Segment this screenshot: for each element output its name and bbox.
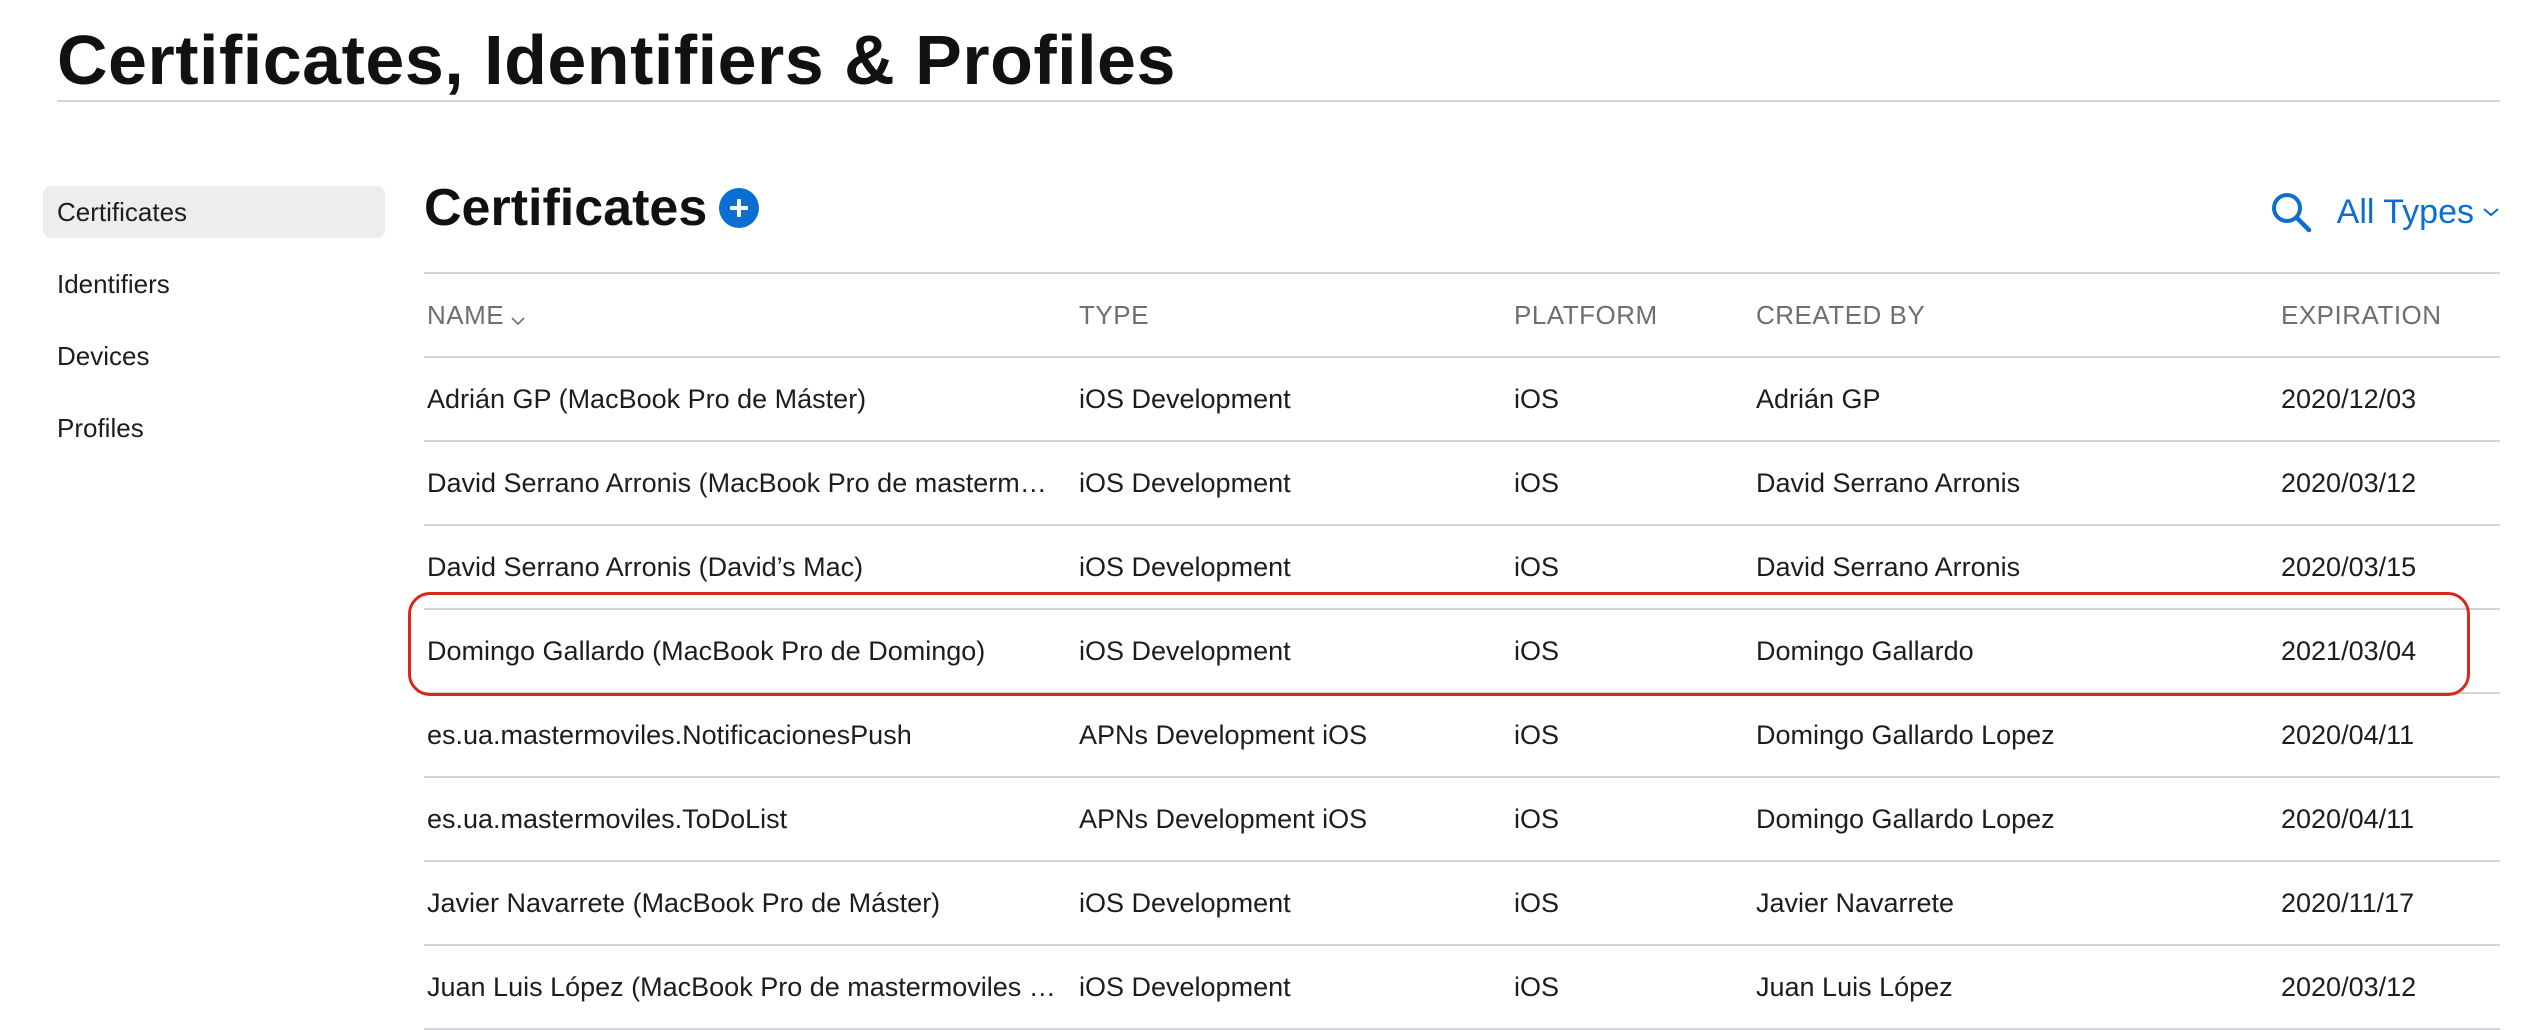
cell-type: APNs Development iOS (1079, 804, 1368, 834)
table-row[interactable]: Adrián GP (MacBook Pro de Máster) iOS De… (424, 358, 2500, 442)
cell-expiration: 2020/03/15 (2281, 552, 2417, 582)
cell-name: es.ua.mastermoviles.NotificacionesPush (427, 720, 912, 750)
cell-type: iOS Development (1079, 636, 1291, 666)
table-row[interactable]: Javier Navarrete (MacBook Pro de Máster)… (424, 862, 2500, 946)
add-certificate-button[interactable] (719, 188, 760, 228)
cell-created-by: Javier Navarrete (1756, 888, 1955, 918)
plus-circle-icon (730, 199, 749, 217)
cell-expiration: 2020/12/03 (2281, 384, 2417, 414)
type-filter-dropdown[interactable]: All Types (2337, 193, 2500, 232)
section-header: Certificates (424, 178, 760, 238)
sidebar-item-identifiers[interactable]: Identifiers (43, 258, 385, 310)
sidebar: Certificates Identifiers Devices Profile… (43, 186, 385, 474)
cell-expiration: 2020/04/11 (2281, 720, 2415, 750)
table-row[interactable]: Juan Luis López (MacBook Pro de mastermo… (424, 946, 2500, 1030)
cell-expiration: 2020/04/11 (2281, 804, 2415, 834)
header-tools: All Types (2267, 184, 2500, 240)
cell-created-by: Domingo Gallardo (1756, 636, 1974, 666)
cell-expiration: 2020/03/12 (2281, 468, 2417, 498)
column-header-platform[interactable]: PLATFORM (1514, 274, 1744, 356)
page-title: Certificates, Identifiers & Profiles (57, 21, 1176, 99)
type-filter-label: All Types (2336, 192, 2474, 231)
table-row-highlighted[interactable]: Domingo Gallardo (MacBook Pro de Domingo… (424, 610, 2500, 694)
table-header-row: NAME TYPE PLATFORM CREATED BY EXPIRATION (424, 274, 2500, 358)
column-header-created-by[interactable]: CREATED BY (1756, 274, 2256, 356)
cell-created-by: Juan Luis López (1756, 972, 1953, 1002)
cell-platform: iOS (1514, 972, 1560, 1002)
cell-name: Javier Navarrete (MacBook Pro de Máster) (427, 888, 941, 918)
cell-type: iOS Development (1079, 888, 1291, 918)
column-header-name-label: NAME (427, 300, 505, 330)
cell-name: Domingo Gallardo (MacBook Pro de Domingo… (427, 636, 986, 666)
cell-type: iOS Development (1079, 384, 1291, 414)
cell-name: David Serrano Arronis (David’s Mac) (427, 552, 864, 582)
chevron-down-icon (2482, 206, 2500, 218)
table-row[interactable]: David Serrano Arronis (David’s Mac) iOS … (424, 526, 2500, 610)
cell-created-by: Adrián GP (1756, 384, 1881, 414)
cell-created-by: Domingo Gallardo Lopez (1756, 720, 2055, 750)
certificates-table: NAME TYPE PLATFORM CREATED BY EXPIRATION… (424, 272, 2500, 1030)
section-title: Certificates (424, 179, 708, 237)
search-icon (2271, 193, 2311, 233)
column-header-name[interactable]: NAME (427, 274, 1057, 358)
cell-platform: iOS (1514, 720, 1560, 750)
title-divider (57, 100, 2500, 102)
table-row[interactable]: es.ua.mastermoviles.NotificacionesPush A… (424, 694, 2500, 778)
sidebar-item-profiles[interactable]: Profiles (43, 402, 385, 454)
cell-platform: iOS (1514, 552, 1560, 582)
cell-expiration: 2020/11/17 (2281, 888, 2415, 918)
sidebar-item-devices[interactable]: Devices (43, 330, 385, 382)
cell-name: es.ua.mastermoviles.ToDoList (427, 804, 788, 834)
cell-name: Adrián GP (MacBook Pro de Máster) (427, 384, 867, 414)
sort-chevron-icon (510, 276, 526, 358)
cell-platform: iOS (1514, 384, 1560, 414)
cell-platform: iOS (1514, 804, 1560, 834)
table-row[interactable]: David Serrano Arronis (MacBook Pro de ma… (424, 442, 2500, 526)
cell-name: David Serrano Arronis (MacBook Pro de ma… (427, 468, 1047, 498)
cell-type: APNs Development iOS (1079, 720, 1368, 750)
cell-name: Juan Luis López (MacBook Pro de mastermo… (427, 972, 1056, 1002)
sidebar-item-certificates[interactable]: Certificates (43, 186, 385, 238)
search-button[interactable] (2267, 188, 2315, 236)
cell-type: iOS Development (1079, 468, 1291, 498)
cell-type: iOS Development (1079, 552, 1291, 582)
cell-platform: iOS (1514, 888, 1560, 918)
cell-platform: iOS (1514, 468, 1560, 498)
column-header-expiration[interactable]: EXPIRATION (2281, 274, 2491, 356)
cell-expiration: 2020/03/12 (2281, 972, 2417, 1002)
cell-created-by: Domingo Gallardo Lopez (1756, 804, 2055, 834)
cell-platform: iOS (1514, 636, 1560, 666)
cell-created-by: David Serrano Arronis (1756, 552, 2021, 582)
table-row[interactable]: es.ua.mastermoviles.ToDoList APNs Develo… (424, 778, 2500, 862)
column-header-type[interactable]: TYPE (1079, 274, 1499, 356)
cell-expiration: 2021/03/04 (2281, 636, 2417, 666)
cell-created-by: David Serrano Arronis (1756, 468, 2021, 498)
cell-type: iOS Development (1079, 972, 1291, 1002)
